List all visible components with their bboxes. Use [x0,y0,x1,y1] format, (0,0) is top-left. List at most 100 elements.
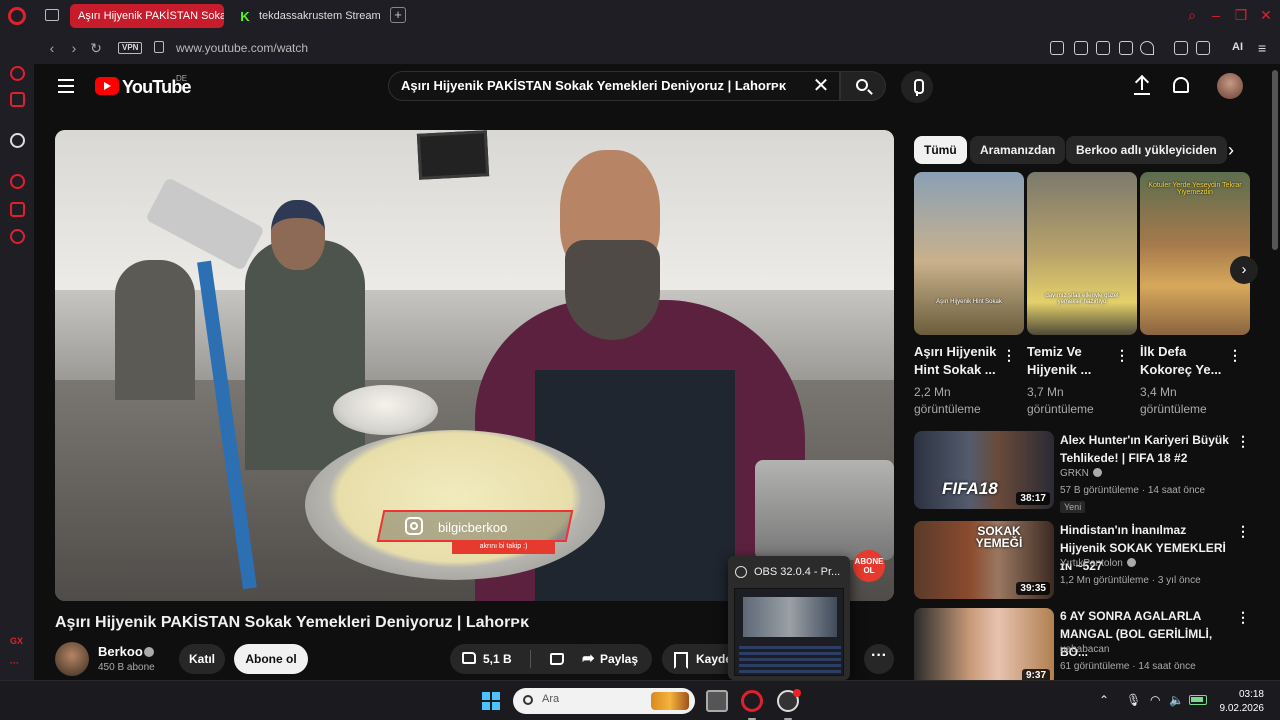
obs-taskbar-preview[interactable]: OBS 32.0.4 - Pr... [728,556,850,680]
task-view-icon[interactable] [706,690,728,712]
chip-all[interactable]: Tümü [914,136,967,164]
account-avatar[interactable] [1217,73,1243,99]
back-button[interactable]: ‹ [44,40,60,56]
taskbar-clock[interactable]: 03:18 9.02.2026 [1214,688,1265,716]
clock-icon[interactable] [10,174,25,189]
follow-banner: akrını bi takip :) [452,540,555,554]
pin-icon[interactable] [1050,41,1064,55]
menu-icon[interactable] [58,79,74,93]
short-title[interactable]: Aşırı Hijyenik Hint Sokak ... [914,343,1004,379]
channel-avatar[interactable] [55,642,89,676]
search-input[interactable]: Aşırı Hijyenik PAKİSTAN Sokak Yemekleri … [388,71,840,101]
obs-window-thumbnail[interactable] [734,588,844,676]
youtube-logo-icon[interactable] [95,77,119,95]
channel-name[interactable]: GRKN [1060,468,1089,479]
more-actions-icon[interactable]: ··· [864,644,894,674]
windows-start-icon[interactable] [482,692,500,710]
subscribe-button[interactable]: Abone ol [234,644,308,674]
thumbs-up-icon[interactable] [462,652,476,664]
page-scrollbar[interactable] [1270,64,1280,680]
voice-search-button[interactable] [901,71,933,103]
windows-taskbar: Ara ⌃ 🎙 ◠ 🔈 03:18 9.02.2026 [0,680,1280,720]
recommended-thumbnail[interactable]: FIFA18 38:17 [914,431,1054,509]
verified-icon [1126,558,1136,567]
tab-youtube[interactable]: ▶ Aşırı Hijyenik PAKİSTAN Sokak [70,4,224,28]
download-icon[interactable] [1196,41,1210,55]
chatgpt-icon[interactable] [10,133,25,148]
new-tab-button[interactable]: + [390,7,406,23]
lock-icon[interactable] [154,41,164,53]
short-menu-icon[interactable]: ⋮ [1002,347,1016,364]
clear-search-icon[interactable]: ✕ [810,75,832,97]
short-thumbnail[interactable]: Kotuler Yerde Yeseydin Tekrar Yiyemezdin [1140,172,1250,335]
messenger-icon[interactable] [10,92,25,107]
scrollbar-thumb[interactable] [1272,70,1278,250]
like-count[interactable]: 5,1 B [483,644,512,674]
tab-kick[interactable]: K tekdassakrustem Stream - [230,4,380,28]
history-refresh-icon[interactable] [10,66,25,81]
easy-setup-icon[interactable]: ≡ [1258,40,1266,56]
recommended-menu-icon[interactable]: ⋮ [1236,433,1250,450]
recommended-channel[interactable]: YırtıkPantolon [1060,558,1136,569]
close-window-button[interactable]: ✕ [1258,7,1274,23]
sidebar-more-icon[interactable]: ··· [10,658,19,668]
thumbs-down-icon[interactable] [550,653,564,665]
forward-button[interactable]: › [66,40,82,56]
taskbar-search[interactable]: Ara [513,688,695,714]
maximize-button[interactable]: ❐ [1233,7,1249,23]
subscribe-overlay-badge: ABONE OL [853,550,885,582]
opera-taskbar-icon[interactable] [741,690,763,712]
short-menu-icon[interactable]: ⋮ [1115,347,1129,364]
subscriber-count: 450 B abone [98,662,155,673]
search-button[interactable] [840,71,886,101]
play-icon[interactable] [1119,41,1133,55]
recommended-menu-icon[interactable]: ⋮ [1236,523,1250,540]
recommended-menu-icon[interactable]: ⋮ [1236,609,1250,626]
video-duration: 9:37 [1021,669,1050,680]
channel-name[interactable]: YırtıkPantolon [1060,558,1123,569]
chevron-right-icon[interactable]: › [1219,138,1243,162]
short-title[interactable]: İlk Defa Kokoreç Ye... [1140,343,1230,379]
short-menu-icon[interactable]: ⋮ [1228,347,1242,364]
search-tabs-icon[interactable]: ⌕ [1184,7,1200,23]
chip-from-search[interactable]: Aramanızdan [970,136,1066,164]
vpn-badge[interactable]: VPN [118,42,143,54]
notifications-bell-icon[interactable] [1173,77,1189,93]
snapshot-icon[interactable] [1074,41,1088,55]
share-button[interactable]: Paylaş [572,644,652,674]
account-icon[interactable] [1174,41,1188,55]
minimize-button[interactable]: – [1208,7,1224,23]
short-title[interactable]: Temiz Ve Hijyenik ... [1027,343,1117,379]
short-thumbnail[interactable]: dayımız şifalı elleriyle güzel yemekler … [1027,172,1137,335]
url-field[interactable]: www.youtube.com/watch [176,41,308,55]
recommended-title[interactable]: Alex Hunter'ın Kariyeri Büyük Tehlikede!… [1060,431,1235,467]
video-frame-tray [305,430,605,580]
reload-button[interactable]: ↻ [88,40,104,56]
aria-ai-button[interactable]: AI [1232,41,1243,53]
workspaces-icon[interactable] [45,9,59,21]
battery-icon[interactable] [1189,695,1207,705]
channel-name[interactable]: Berkoo [98,644,143,659]
recommended-thumbnail[interactable]: SOKAK YEMEĞİ 39:35 [914,521,1054,599]
recommended-channel[interactable]: uebabacan [1060,644,1110,655]
chip-from-uploader[interactable]: Berkoo adlı yükleyiciden [1066,136,1227,164]
short-thumbnail[interactable]: Aşırı Hijyenik Hint Sokak [914,172,1024,335]
opera-menu-icon[interactable] [8,7,26,25]
search-icon [523,695,533,705]
video-frame-pot [755,460,894,560]
recommended-thumbnail[interactable]: 9:37 [914,608,1054,680]
shield-icon[interactable] [1096,41,1110,55]
extensions-icon[interactable] [10,202,25,217]
settings-gear-icon[interactable] [10,229,25,244]
volume-icon[interactable]: 🔈 [1169,693,1184,707]
shorts-next-arrow-icon[interactable]: › [1230,256,1258,284]
video-player[interactable]: bilgicberkoo akrını bi takip :) ABONE OL [55,130,894,601]
join-button[interactable]: Katıl [179,644,225,674]
microphone-icon[interactable]: 🎙 [1126,693,1141,707]
chevron-up-icon[interactable]: ⌃ [1099,693,1109,707]
wifi-icon[interactable]: ◠ [1150,693,1160,707]
create-upload-icon[interactable] [1134,77,1150,95]
recommended-channel[interactable]: GRKN [1060,468,1102,479]
thumbnail-text: FIFA18 [942,479,998,498]
heart-icon[interactable] [1140,41,1154,55]
